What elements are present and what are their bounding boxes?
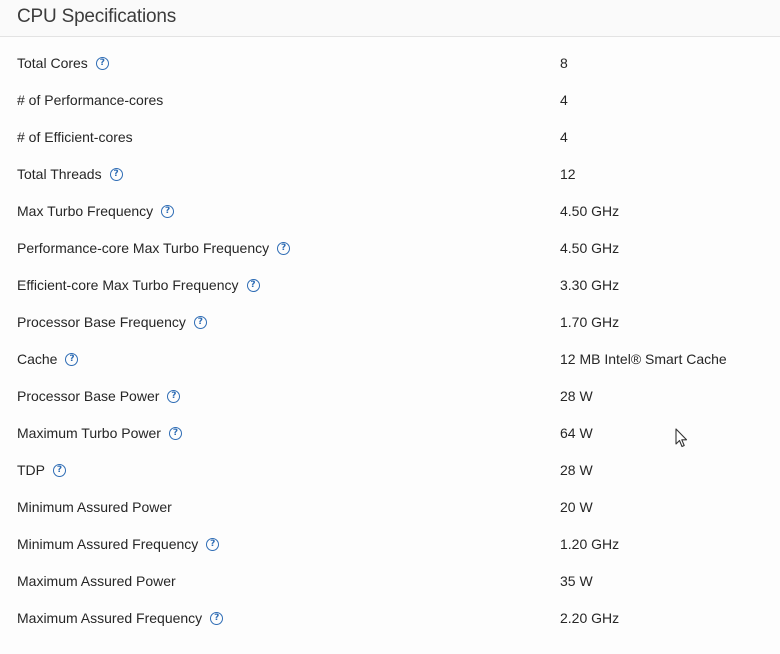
spec-label-text: TDP bbox=[17, 462, 45, 478]
spec-label: Cache? bbox=[17, 351, 79, 367]
spec-row: Maximum Assured Power 35 W bbox=[0, 564, 780, 601]
spec-label: Processor Base Power? bbox=[17, 388, 181, 404]
spec-label-text: Maximum Assured Frequency bbox=[17, 610, 203, 626]
spec-row: Max Turbo Frequency? 4.50 GHz bbox=[0, 194, 780, 231]
spec-label: Maximum Assured Frequency? bbox=[17, 610, 224, 626]
spec-label: Minimum Assured Frequency? bbox=[17, 536, 220, 552]
spec-label-text: Cache bbox=[17, 351, 58, 367]
spec-label: Processor Base Frequency? bbox=[17, 314, 207, 330]
spec-row: Processor Base Power? 28 W bbox=[0, 379, 780, 416]
spec-label-text: Processor Base Power bbox=[17, 388, 160, 404]
spec-label: Total Cores? bbox=[17, 55, 109, 71]
spec-label: Performance-core Max Turbo Frequency? bbox=[17, 240, 291, 256]
spec-value: 28 W bbox=[560, 388, 593, 404]
spec-row: Performance-core Max Turbo Frequency? 4.5… bbox=[0, 231, 780, 268]
question-circle-icon[interactable]: ? bbox=[167, 389, 181, 403]
spec-row: Maximum Turbo Power? 64 W bbox=[0, 416, 780, 453]
spec-row: Minimum Assured Power 20 W bbox=[0, 490, 780, 527]
spec-row: # of Efficient-cores 4 bbox=[0, 120, 780, 157]
question-circle-icon[interactable]: ? bbox=[206, 537, 220, 551]
spec-value: 8 bbox=[560, 55, 568, 71]
question-circle-icon[interactable]: ? bbox=[168, 426, 182, 440]
spec-row: # of Performance-cores 4 bbox=[0, 83, 780, 120]
spec-row: Processor Base Frequency? 1.70 GHz bbox=[0, 305, 780, 342]
spec-label-text: Minimum Assured Frequency bbox=[17, 536, 199, 552]
spec-value: 12 MB Intel® Smart Cache bbox=[560, 351, 727, 367]
spec-value: 12 bbox=[560, 166, 576, 182]
spec-label-text: Total Cores bbox=[17, 55, 88, 71]
question-circle-icon[interactable]: ? bbox=[193, 315, 207, 329]
spec-label-text: # of Performance-cores bbox=[17, 92, 164, 108]
spec-label: TDP? bbox=[17, 462, 66, 478]
spec-value: 1.70 GHz bbox=[560, 314, 620, 330]
mouse-pointer-icon bbox=[675, 428, 688, 448]
spec-label: Total Threads? bbox=[17, 166, 123, 182]
spec-row: TDP? 28 W bbox=[0, 453, 780, 490]
spec-label-text: Max Turbo Frequency bbox=[17, 203, 154, 219]
section-title: CPU Specifications bbox=[17, 6, 177, 27]
spec-label: Max Turbo Frequency? bbox=[17, 203, 175, 219]
spec-value: 3.30 GHz bbox=[560, 277, 620, 293]
spec-label: Maximum Assured Power bbox=[17, 573, 176, 589]
spec-value: 2.20 GHz bbox=[560, 610, 620, 626]
question-circle-icon[interactable]: ? bbox=[53, 463, 66, 477]
spec-label: Efficient-core Max Turbo Frequency? bbox=[17, 277, 260, 293]
question-circle-icon[interactable]: ? bbox=[246, 278, 260, 292]
spec-value: 20 W bbox=[560, 499, 593, 515]
spec-row: Total Threads? 12 bbox=[0, 157, 780, 194]
spec-label-text: Minimum Assured Power bbox=[17, 499, 172, 515]
spec-value: 64 W bbox=[560, 425, 593, 441]
section-header: CPU Specifications bbox=[0, 0, 780, 37]
spec-label-text: Efficient-core Max Turbo Frequency bbox=[17, 277, 239, 293]
spec-label: # of Performance-cores bbox=[17, 92, 163, 108]
spec-row: Maximum Assured Frequency? 2.20 GHz bbox=[0, 601, 780, 638]
spec-value: 4 bbox=[560, 129, 568, 145]
question-circle-icon[interactable]: ? bbox=[277, 241, 291, 255]
spec-row: Cache? 12 MB Intel® Smart Cache bbox=[0, 342, 780, 379]
question-circle-icon[interactable]: ? bbox=[95, 56, 109, 70]
spec-label-text: Total Threads bbox=[17, 166, 102, 182]
spec-value: 35 W bbox=[560, 573, 593, 589]
spec-label-text: Performance-core Max Turbo Frequency bbox=[17, 240, 270, 256]
spec-row: Total Cores? 8 bbox=[0, 46, 780, 83]
question-circle-icon[interactable]: ? bbox=[161, 204, 175, 218]
spec-row: Minimum Assured Frequency? 1.20 GHz bbox=[0, 527, 780, 564]
spec-value: 4.50 GHz bbox=[560, 203, 620, 219]
question-circle-icon[interactable]: ? bbox=[210, 611, 224, 625]
spec-label-text: Maximum Assured Power bbox=[17, 573, 176, 589]
cpu-specifications-panel: CPU Specifications Total Cores? 8 # of Per… bbox=[0, 0, 780, 654]
spec-row: Efficient-core Max Turbo Frequency? 3.30 … bbox=[0, 268, 780, 305]
spec-value: 4 bbox=[560, 92, 568, 108]
question-circle-icon[interactable]: ? bbox=[65, 352, 79, 366]
spec-list: Total Cores? 8 # of Performance-cores 4 # of… bbox=[0, 46, 780, 638]
spec-value: 4.50 GHz bbox=[560, 240, 620, 256]
spec-label-text: Maximum Turbo Power bbox=[17, 425, 161, 441]
spec-value: 1.20 GHz bbox=[560, 536, 620, 552]
question-circle-icon[interactable]: ? bbox=[109, 167, 123, 181]
spec-label-text: Processor Base Frequency bbox=[17, 314, 186, 330]
spec-label-text: # of Efficient-cores bbox=[17, 129, 133, 145]
spec-label: Maximum Turbo Power? bbox=[17, 425, 182, 441]
spec-label: # of Efficient-cores bbox=[17, 129, 133, 145]
spec-value: 28 W bbox=[560, 462, 593, 478]
spec-label: Minimum Assured Power bbox=[17, 499, 172, 515]
